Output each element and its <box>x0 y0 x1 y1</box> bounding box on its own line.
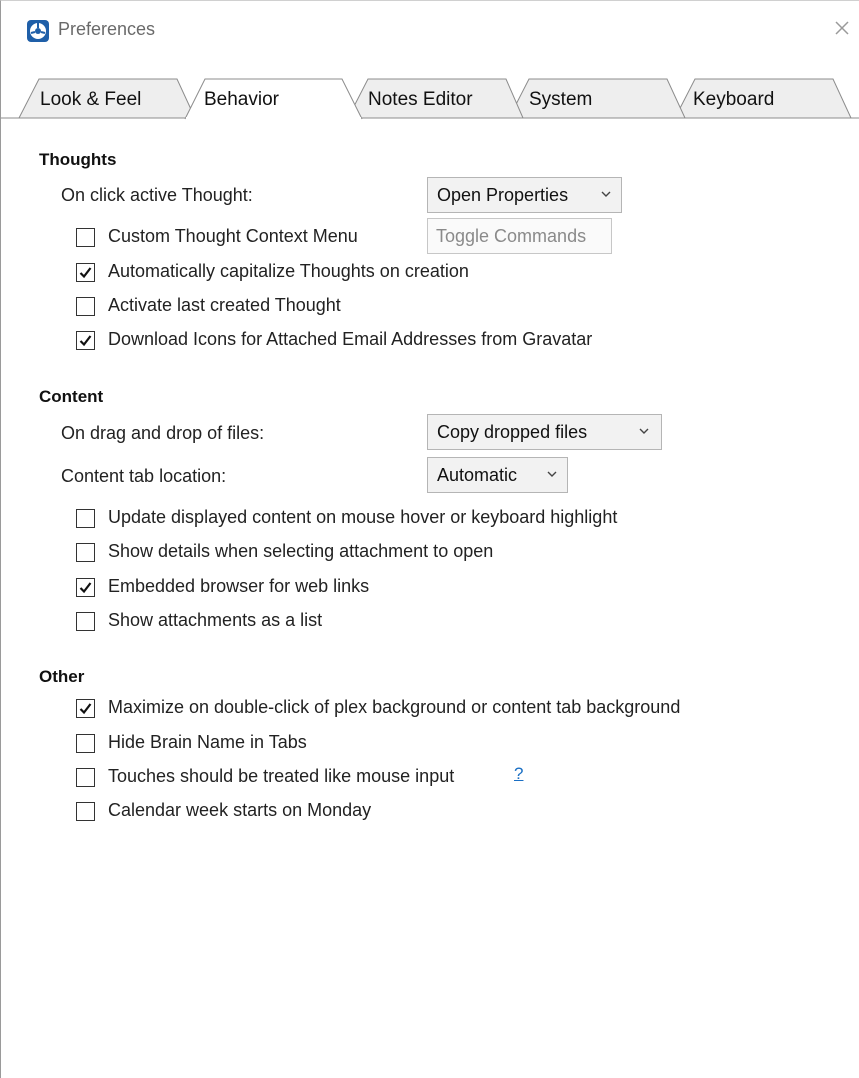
tab-look-and-feel[interactable]: Look & Feel <box>40 89 141 111</box>
touches-help-link[interactable]: ? <box>514 764 523 784</box>
checkbox-box[interactable] <box>76 543 95 562</box>
other-heading: Other <box>39 667 85 686</box>
drag-drop-value: Copy dropped files <box>437 422 588 442</box>
checkbox-label: Hide Brain Name in Tabs <box>108 732 307 752</box>
on-click-label: On click active Thought: <box>61 185 253 205</box>
content-heading: Content <box>39 387 104 406</box>
checkmark-icon <box>79 582 92 594</box>
checkbox-label: Update displayed content on mouse hover … <box>108 507 618 527</box>
checkbox-box[interactable] <box>76 297 95 316</box>
tab-location-label: Content tab location: <box>61 466 227 486</box>
checkmark-icon <box>79 703 92 715</box>
checkbox-label: Calendar week starts on Monday <box>108 800 372 820</box>
preferences-window: Preferences Look & Feel Behavior Notes E… <box>0 0 859 1078</box>
checkbox-label: Maximize on double-click of plex backgro… <box>108 697 681 717</box>
checkmark-icon <box>79 335 92 347</box>
chevron-down-icon <box>639 428 649 434</box>
drag-drop-dropdown[interactable]: Copy dropped files <box>427 414 662 450</box>
on-click-value: Open Properties <box>437 185 569 205</box>
checkbox-box[interactable] <box>76 331 95 350</box>
checkbox-box[interactable] <box>76 802 95 821</box>
checkbox-label: Activate last created Thought <box>108 295 341 315</box>
on-click-dropdown[interactable]: Open Properties <box>427 177 622 213</box>
checkmark-icon <box>79 267 92 279</box>
checkbox-box[interactable] <box>76 612 95 631</box>
checkbox-box[interactable] <box>76 699 95 718</box>
tab-location-dropdown[interactable]: Automatic <box>427 457 568 493</box>
checkbox-label: Show details when selecting attachment t… <box>108 541 494 561</box>
chevron-down-icon <box>601 191 611 197</box>
tab-keyboard[interactable]: Keyboard <box>693 89 774 111</box>
tab-system[interactable]: System <box>529 89 592 111</box>
thoughts-heading: Thoughts <box>39 150 117 169</box>
chevron-down-icon <box>547 471 557 477</box>
tab-notes-editor[interactable]: Notes Editor <box>368 89 473 111</box>
checkbox-label: Custom Thought Context Menu <box>108 226 358 246</box>
checkbox-box[interactable] <box>76 578 95 597</box>
checkbox-box[interactable] <box>76 768 95 787</box>
checkbox-label: Show attachments as a list <box>108 610 323 630</box>
checkbox-box[interactable] <box>76 509 95 528</box>
checkbox-box[interactable] <box>76 263 95 282</box>
checkbox-box[interactable] <box>76 734 95 753</box>
toggle-commands-label: Toggle Commands <box>436 226 587 246</box>
checkbox-label: Automatically capitalize Thoughts on cre… <box>108 261 469 281</box>
tab-behavior[interactable]: Behavior <box>204 89 279 111</box>
checkbox-label: Embedded browser for web links <box>108 576 370 596</box>
drag-drop-label: On drag and drop of files: <box>61 423 265 443</box>
tab-location-value: Automatic <box>437 465 518 485</box>
toggle-commands-button[interactable]: Toggle Commands <box>427 218 612 254</box>
checkbox-label: Download Icons for Attached Email Addres… <box>108 329 593 349</box>
checkbox-label: Touches should be treated like mouse inp… <box>108 766 455 786</box>
checkbox-box[interactable] <box>76 228 95 247</box>
